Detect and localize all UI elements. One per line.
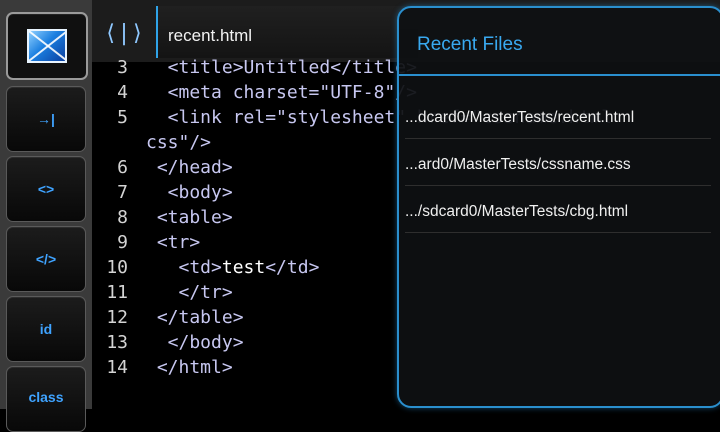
recent-file-item[interactable]: .../sdcard0/MasterTests/cbg.html [405,191,711,233]
code-markup: <meta charset="UTF-8"/> [146,82,417,103]
code-markup: <tr> [146,232,201,253]
line-number: 7 [117,182,128,203]
sidebar: →| <> </> id class [0,0,92,432]
line-number: 14 [106,357,128,378]
id-button[interactable]: id [6,296,86,362]
preview-button[interactable] [6,12,88,80]
code-toggle-icon: ⟨|⟩ [104,20,144,46]
code-markup: <table> [146,207,233,228]
code-text: <td>test</td> [146,255,320,280]
code-text: <body> [146,180,233,205]
line-number: 9 [117,232,128,253]
id-label: id [39,321,53,337]
code-text: css"/> [146,130,211,155]
line-number: 12 [106,307,128,328]
tab-recent-html[interactable]: recent.html [156,6,418,58]
code-text: </table> [146,305,244,330]
code-text: <title>Untitled</title> [146,55,417,80]
code-toggle-button[interactable]: ⟨|⟩ [92,6,156,60]
code-markup: css"/> [146,132,212,153]
code-markup: </table> [146,307,244,328]
line-number: 11 [106,282,128,303]
recent-file-item[interactable]: ...dcard0/MasterTests/recent.html [405,97,711,139]
recent-file-item[interactable]: ...ard0/MasterTests/cssname.css [405,144,711,186]
tab-label: recent.html [168,26,253,45]
code-markup: </td> [265,257,320,278]
code-text-content: test [221,257,266,278]
line-number: 6 [117,157,128,178]
indent-button[interactable]: →| [6,86,86,152]
recent-files-popup: Recent Files ...dcard0/MasterTests/recen… [397,6,720,408]
line-number: 3 [117,57,128,78]
line-number: 13 [106,332,128,353]
close-tag-button[interactable]: </> [6,226,86,292]
code-markup: <td> [146,257,222,278]
popup-title: Recent Files [417,34,523,55]
line-number: 4 [117,82,128,103]
code-markup: </body> [146,332,244,353]
close-tag-label: </> [35,251,57,267]
line-number: 5 [117,107,128,128]
class-button[interactable]: class [6,366,86,432]
class-label: class [28,389,64,405]
indent-label: →| [37,111,55,127]
code-text: </head> [146,155,233,180]
code-markup: <title>Untitled</title> [146,57,417,78]
code-text: </html> [146,355,233,380]
open-tag-label: <> [37,181,55,197]
preview-icon [27,29,67,63]
code-text: </tr> [146,280,233,305]
code-markup: </html> [146,357,233,378]
code-markup: <body> [146,182,233,203]
open-tag-button[interactable]: <> [6,156,86,222]
popup-divider [399,74,720,76]
code-text: </body> [146,330,244,355]
code-markup: </tr> [146,282,233,303]
line-number: 10 [106,257,128,278]
code-markup: </head> [146,157,233,178]
code-text: <table> [146,205,233,230]
line-number: 8 [117,207,128,228]
code-text: <meta charset="UTF-8"/> [146,80,417,105]
code-text: <tr> [146,230,200,255]
